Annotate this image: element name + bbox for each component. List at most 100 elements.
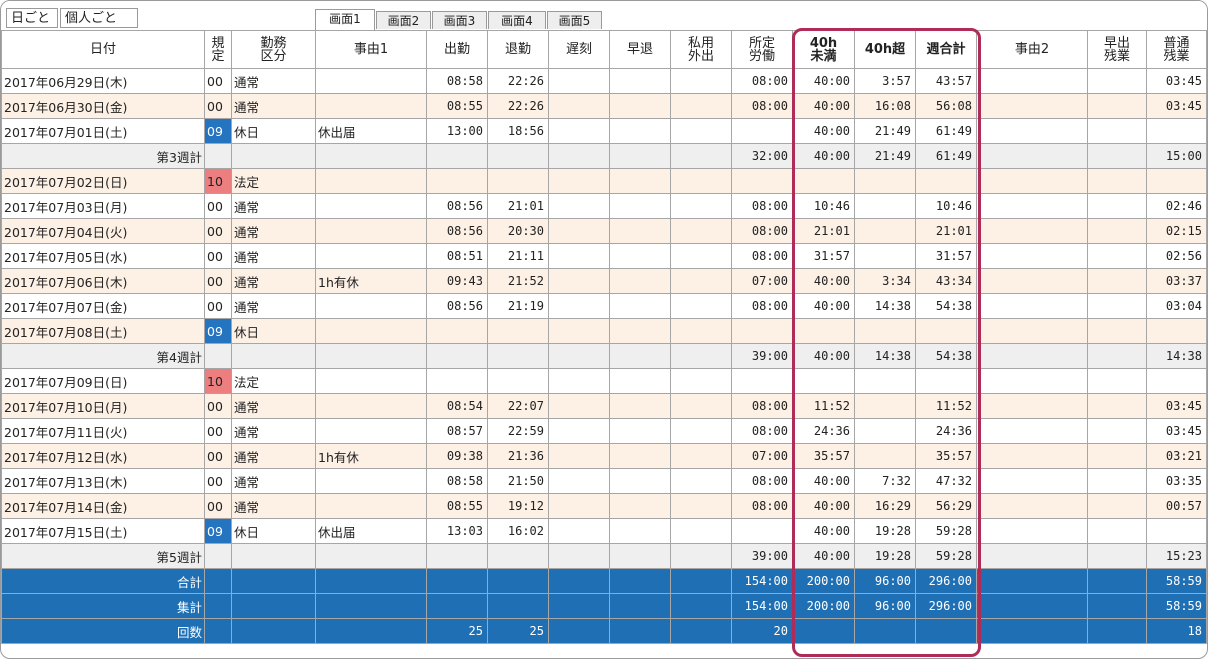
table-cell — [204, 143, 232, 169]
column-header[interactable]: 普通 残業 — [1146, 30, 1207, 69]
date-cell: 2017年07月14日(金) — [1, 493, 205, 519]
tab-screen-3[interactable]: 画面3 — [432, 11, 487, 29]
summary-row[interactable]: 合計 154:00 200:00 96:00 296:00 58:59 — [1, 568, 1207, 594]
week-subtotal-row[interactable]: 第4週計 39:00 40:00 14:38 54:38 14:38 — [1, 343, 1207, 369]
table-cell — [315, 293, 427, 319]
column-header[interactable]: 所定 労働 — [731, 30, 793, 69]
table-row[interactable]: 2017年07月10日(月) 00 通常 08:54 22:07 08:00 11:52 11… — [1, 393, 1207, 419]
table-body: 2017年06月29日(木) 00 通常 08:58 22:26 08:00 40:00 3:… — [1, 68, 1207, 644]
table-cell: 61:49 — [915, 143, 977, 169]
table-cell: 21:01 — [915, 218, 977, 244]
column-header-label: 週合計 — [926, 42, 966, 57]
table-cell — [426, 568, 488, 594]
column-header[interactable]: 出勤 — [426, 30, 488, 69]
table-cell: 08:00 — [731, 218, 793, 244]
table-row[interactable]: 2017年07月06日(木) 00 通常 1h有休 09:43 21:52 07:00 40:… — [1, 268, 1207, 294]
table-row[interactable]: 2017年07月07日(金) 00 通常 08:56 21:19 08:00 40:00 14… — [1, 293, 1207, 319]
column-header[interactable]: 早出 残業 — [1087, 30, 1147, 69]
attendance-window: 日ごと 個人ごと 画面1 画面2 画面3 画面4 画面5 日付 規定勤務 区分 事由1… — [0, 0, 1208, 659]
table-row[interactable]: 2017年07月11日(火) 00 通常 08:57 22:59 08:00 24:36 24… — [1, 418, 1207, 444]
table-row[interactable]: 2017年07月05日(水) 00 通常 08:51 21:11 08:00 31:57 31… — [1, 243, 1207, 269]
table-cell: 13:03 — [426, 518, 488, 544]
tab-screen-5[interactable]: 画面5 — [547, 11, 602, 29]
table-cell — [487, 593, 549, 619]
column-header[interactable]: 退勤 — [487, 30, 549, 69]
table-cell — [976, 518, 1088, 544]
table-cell: 10:46 — [792, 193, 855, 219]
day-code-cell: 00 — [204, 268, 232, 294]
column-header[interactable]: 勤務 区分 — [231, 30, 316, 69]
table-row[interactable]: 2017年07月15日(土) 09 休日 休出届 13:03 16:02 40:00 19:2… — [1, 518, 1207, 544]
day-code-cell: 00 — [204, 418, 232, 444]
table-cell — [315, 543, 427, 569]
column-header-label: 労働 — [748, 48, 775, 64]
table-cell — [854, 243, 916, 269]
work-type-cell: 通常 — [231, 93, 316, 119]
table-row[interactable]: 2017年07月14日(金) 00 通常 08:55 19:12 08:00 40:00 16… — [1, 493, 1207, 519]
tab-per-person[interactable]: 個人ごと — [60, 8, 138, 28]
table-cell: 59:28 — [915, 543, 977, 569]
table-row[interactable]: 2017年06月29日(木) 00 通常 08:58 22:26 08:00 40:00 3:… — [1, 68, 1207, 94]
table-cell — [548, 343, 610, 369]
column-header[interactable]: 規定 — [204, 30, 232, 69]
day-code-cell: 09 — [204, 318, 232, 344]
attendance-table: 日付 規定勤務 区分 事由1 出勤 退勤 遅刻 早退 私用 外出 所定 労働 40h 未満 40h超 週合計 事… — [1, 30, 1207, 644]
table-cell — [609, 593, 671, 619]
column-header[interactable]: 日付 — [1, 30, 205, 69]
work-type-cell: 通常 — [231, 493, 316, 519]
table-cell: 7:32 — [854, 468, 916, 494]
table-row[interactable]: 2017年07月02日(日) 10 法定 — [1, 168, 1207, 194]
table-cell — [548, 268, 610, 294]
date-cell: 2017年07月05日(水) — [1, 243, 205, 269]
column-header[interactable]: 私用 外出 — [670, 30, 732, 69]
table-cell — [1146, 368, 1207, 394]
column-header[interactable]: 週合計 — [915, 30, 977, 69]
column-header-label: 事由1 — [353, 42, 389, 57]
column-header[interactable]: 40h超 — [854, 30, 916, 69]
table-cell — [609, 543, 671, 569]
table-row[interactable]: 2017年07月13日(木) 00 通常 08:58 21:50 08:00 40:00 7:… — [1, 468, 1207, 494]
table-cell: 08:00 — [731, 493, 793, 519]
column-header[interactable]: 40h 未満 — [792, 30, 855, 69]
column-header[interactable]: 事由1 — [315, 30, 427, 69]
table-row[interactable]: 2017年07月03日(月) 00 通常 08:56 21:01 08:00 10:46 10… — [1, 193, 1207, 219]
summary-row[interactable]: 回数 25 25 20 18 — [1, 618, 1207, 644]
date-cell: 2017年07月12日(水) — [1, 443, 205, 469]
table-cell: 19:12 — [487, 493, 549, 519]
table-cell — [976, 493, 1088, 519]
day-code-cell: 00 — [204, 393, 232, 419]
date-cell: 2017年06月29日(木) — [1, 68, 205, 94]
table-cell: 1h有休 — [315, 268, 427, 294]
table-cell: 08:00 — [731, 93, 793, 119]
table-cell — [854, 168, 916, 194]
table-cell: 08:51 — [426, 243, 488, 269]
table-cell — [976, 443, 1088, 469]
table-cell — [609, 93, 671, 119]
table-cell: 16:29 — [854, 493, 916, 519]
week-subtotal-row[interactable]: 第3週計 32:00 40:00 21:49 61:49 15:00 — [1, 143, 1207, 169]
column-header[interactable]: 事由2 — [976, 30, 1088, 69]
tab-daily[interactable]: 日ごと — [6, 8, 58, 28]
tab-screen-2[interactable]: 画面2 — [376, 11, 431, 29]
table-row[interactable]: 2017年07月04日(火) 00 通常 08:56 20:30 08:00 21:01 21… — [1, 218, 1207, 244]
table-cell — [976, 543, 1088, 569]
column-header[interactable]: 早退 — [609, 30, 671, 69]
table-cell — [204, 593, 232, 619]
table-cell: 07:00 — [731, 268, 793, 294]
column-header[interactable]: 遅刻 — [548, 30, 610, 69]
summary-row[interactable]: 集計 154:00 200:00 96:00 296:00 58:59 — [1, 593, 1207, 619]
tab-screen-1[interactable]: 画面1 — [315, 9, 375, 30]
table-cell: 31:57 — [792, 243, 855, 269]
table-cell — [1087, 368, 1147, 394]
week-subtotal-row[interactable]: 第5週計 39:00 40:00 19:28 59:28 15:23 — [1, 543, 1207, 569]
table-cell: 18 — [1146, 618, 1207, 644]
table-cell: 03:35 — [1146, 468, 1207, 494]
table-row[interactable]: 2017年07月12日(水) 00 通常 1h有休 09:38 21:36 07:00 35:… — [1, 443, 1207, 469]
table-row[interactable]: 2017年06月30日(金) 00 通常 08:55 22:26 08:00 40:00 16… — [1, 93, 1207, 119]
table-cell — [609, 468, 671, 494]
table-row[interactable]: 2017年07月08日(土) 09 休日 — [1, 318, 1207, 344]
table-row[interactable]: 2017年07月01日(土) 09 休日 休出届 13:00 18:56 40:00 21:4… — [1, 118, 1207, 144]
tab-screen-4[interactable]: 画面4 — [488, 11, 546, 29]
table-row[interactable]: 2017年07月09日(日) 10 法定 — [1, 368, 1207, 394]
table-cell — [609, 293, 671, 319]
